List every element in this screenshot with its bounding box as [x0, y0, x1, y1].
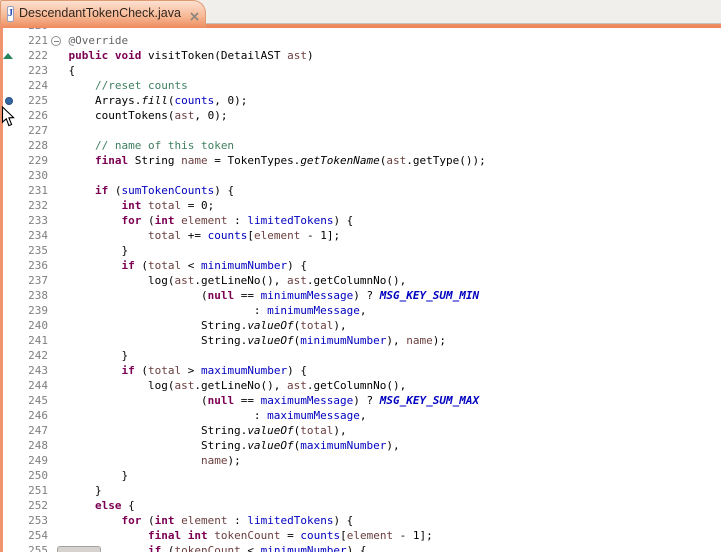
code-line[interactable]: // name of this token [42, 138, 721, 153]
code-line[interactable]: if (total < minimumNumber) { [42, 258, 721, 273]
code-line[interactable] [42, 123, 721, 138]
line-number: 239 [0, 303, 48, 318]
line-number: 229 [0, 153, 48, 168]
line-number: 233 [0, 213, 48, 228]
line-number: 244 [0, 378, 48, 393]
line-number: 250 [0, 468, 48, 483]
code-line[interactable]: } [42, 348, 721, 363]
code-line[interactable]: total += counts[element - 1]; [42, 228, 721, 243]
line-number: 249 [0, 453, 48, 468]
code-line[interactable]: if (sumTokenCounts) { [42, 183, 721, 198]
code-line[interactable]: (null == minimumMessage) ? MSG_KEY_SUM_M… [42, 288, 721, 303]
code-line[interactable] [42, 168, 721, 183]
code-line[interactable]: name); [42, 453, 721, 468]
tab-close-icon[interactable] [190, 8, 199, 26]
tab-title: DescendantTokenCheck.java [19, 6, 181, 20]
line-number: 251 [0, 483, 48, 498]
code-line[interactable]: String.valueOf(minimumNumber), name); [42, 333, 721, 348]
code-lines[interactable]: @Override public void visitToken(DetailA… [42, 28, 721, 552]
code-line[interactable]: if (tokenCount < minimumNumber) { [42, 543, 721, 552]
override-indicator-icon [3, 53, 13, 59]
line-number: 232 [0, 198, 48, 213]
line-number: 231 [0, 183, 48, 198]
code-line[interactable]: @Override [42, 33, 721, 48]
code-line[interactable]: public void visitToken(DetailAST ast) [42, 48, 721, 63]
code-line[interactable]: (null == maximumMessage) ? MSG_KEY_SUM_M… [42, 393, 721, 408]
code-line[interactable]: final String name = TokenTypes.getTokenN… [42, 153, 721, 168]
code-line[interactable]: //reset counts [42, 78, 721, 93]
line-number: 237 [0, 273, 48, 288]
code-line[interactable]: : maximumMessage, [42, 408, 721, 423]
code-line[interactable]: String.valueOf(maximumNumber), [42, 438, 721, 453]
line-number: 235 [0, 243, 48, 258]
code-line[interactable]: for (int element : limitedTokens) { [42, 513, 721, 528]
code-line[interactable]: : minimumMessage, [42, 303, 721, 318]
code-line[interactable]: int total = 0; [42, 198, 721, 213]
code-editor-area[interactable]: 2202212222232242252262272282292302312322… [0, 28, 721, 552]
horizontal-scrollbar-thumb[interactable] [57, 546, 101, 552]
code-line[interactable]: } [42, 243, 721, 258]
code-line[interactable]: final int tokenCount = counts[element - … [42, 528, 721, 543]
code-line[interactable]: else { [42, 498, 721, 513]
line-number: 243 [0, 363, 48, 378]
line-number: 223 [0, 63, 48, 78]
line-number: 241 [0, 333, 48, 348]
line-number: 245 [0, 393, 48, 408]
code-line[interactable]: { [42, 63, 721, 78]
line-number: 221 [0, 33, 48, 48]
code-line[interactable]: log(ast.getLineNo(), ast.getColumnNo(), [42, 273, 721, 288]
line-number: 253 [0, 513, 48, 528]
line-number: 255 [0, 543, 48, 552]
breakpoint-icon[interactable] [5, 97, 13, 105]
code-line[interactable]: if (total > maximumNumber) { [42, 363, 721, 378]
code-line[interactable]: log(ast.getLineNo(), ast.getColumnNo(), [42, 378, 721, 393]
line-number: 246 [0, 408, 48, 423]
java-file-icon: J [7, 6, 14, 22]
line-number: 254 [0, 528, 48, 543]
line-number: 242 [0, 348, 48, 363]
line-number: 228 [0, 138, 48, 153]
line-number: 240 [0, 318, 48, 333]
code-line[interactable]: for (int element : limitedTokens) { [42, 213, 721, 228]
mouse-pointer-icon [1, 106, 16, 133]
line-number: 252 [0, 498, 48, 513]
tab-descendanttokencheck[interactable]: J DescendantTokenCheck.java [0, 0, 206, 28]
eclipse-editor-window: J DescendantTokenCheck.java 220221222223… [0, 0, 721, 552]
code-line[interactable]: countTokens(ast, 0); [42, 108, 721, 123]
line-number: 248 [0, 438, 48, 453]
line-number: 236 [0, 258, 48, 273]
code-line[interactable]: Arrays.fill(counts, 0); [42, 93, 721, 108]
line-number: 234 [0, 228, 48, 243]
line-number: 230 [0, 168, 48, 183]
line-number: 238 [0, 288, 48, 303]
code-line[interactable]: } [42, 468, 721, 483]
code-line[interactable]: String.valueOf(total), [42, 423, 721, 438]
line-number: 224 [0, 78, 48, 93]
window-edge-accent [0, 24, 3, 552]
line-number: 247 [0, 423, 48, 438]
code-line[interactable]: } [42, 483, 721, 498]
code-line[interactable]: String.valueOf(total), [42, 318, 721, 333]
